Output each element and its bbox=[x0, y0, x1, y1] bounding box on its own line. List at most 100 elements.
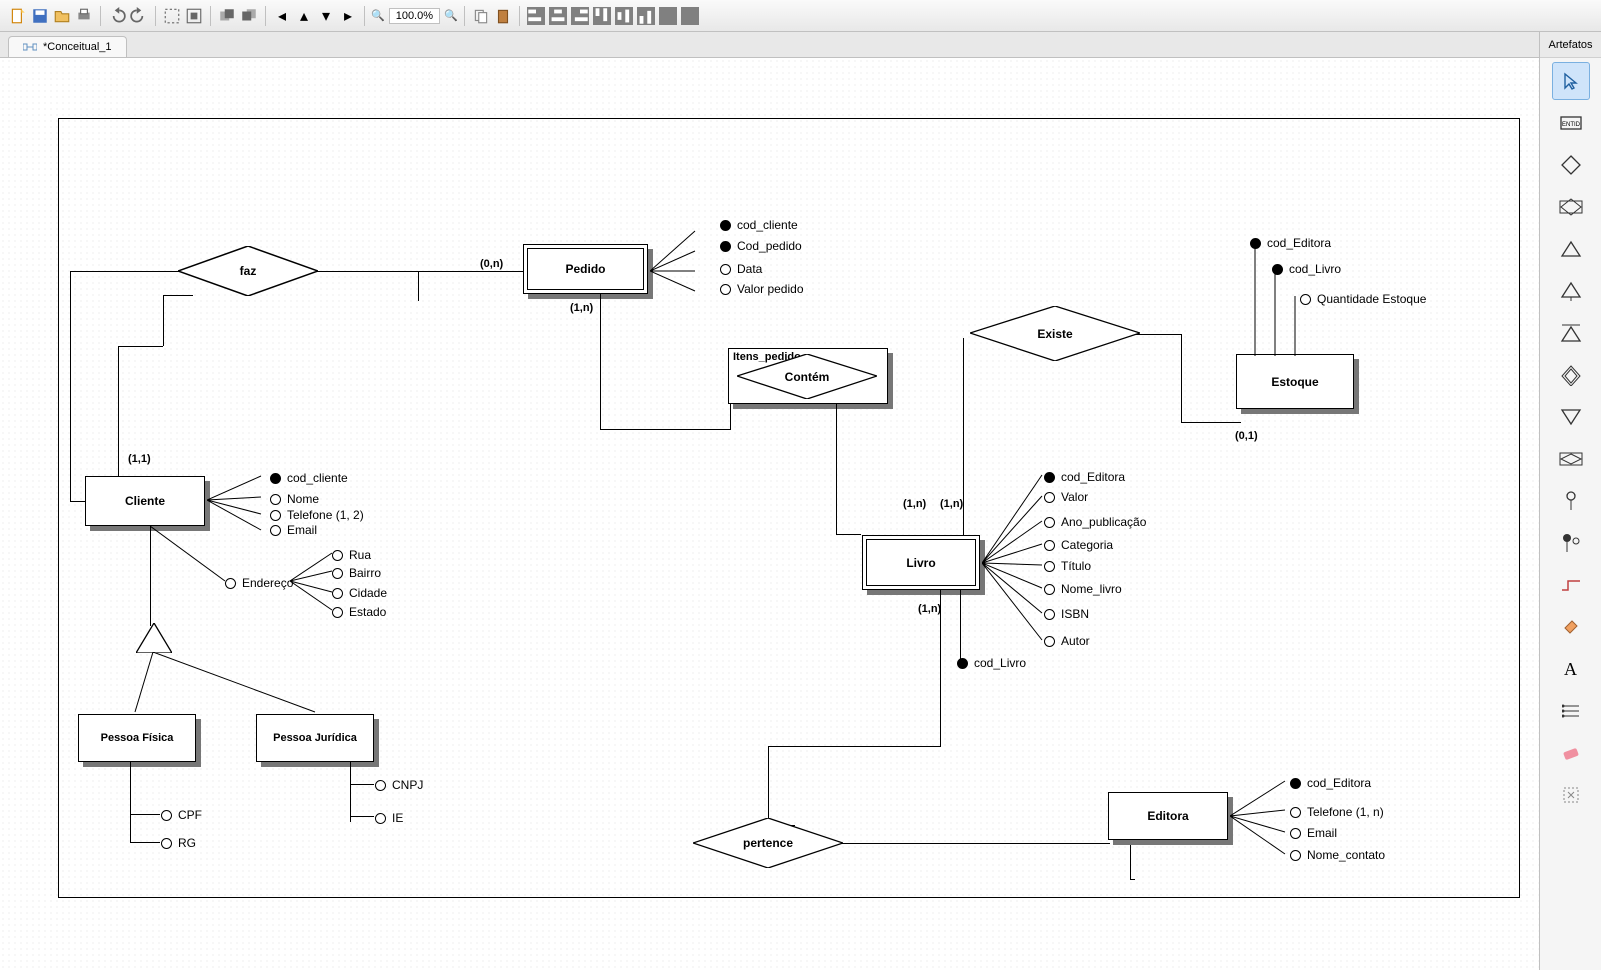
attr-telefone[interactable]: Telefone (1, 2) bbox=[270, 508, 364, 522]
attr-titulo[interactable]: Título bbox=[1044, 559, 1091, 573]
rel-existe[interactable]: Existe bbox=[970, 306, 1140, 361]
nav-last-icon[interactable]: ▸ bbox=[338, 6, 358, 26]
tool-spec-4[interactable] bbox=[1552, 356, 1590, 394]
tool-spec-2[interactable] bbox=[1552, 272, 1590, 310]
connector bbox=[70, 271, 71, 501]
attr-valor[interactable]: Valor bbox=[1044, 490, 1088, 504]
attr-cnpj[interactable]: CNPJ bbox=[375, 778, 423, 792]
attr-cod-livro[interactable]: cod_Livro bbox=[957, 656, 1026, 670]
tool-paint[interactable] bbox=[1552, 608, 1590, 646]
nav-down-icon[interactable]: ▾ bbox=[316, 6, 336, 26]
entity-livro[interactable]: Livro bbox=[862, 535, 980, 590]
attr-cpf[interactable]: CPF bbox=[161, 808, 202, 822]
attr-valor-pedido[interactable]: Valor pedido bbox=[720, 282, 804, 296]
attr-ed-tel[interactable]: Telefone (1, n) bbox=[1290, 805, 1384, 819]
attr-cod-cliente[interactable]: cod_cliente bbox=[720, 218, 798, 232]
zoom-sel-icon[interactable] bbox=[184, 6, 204, 26]
align-left-icon[interactable] bbox=[526, 6, 546, 26]
attr-nome[interactable]: Nome bbox=[270, 492, 319, 506]
print-icon[interactable] bbox=[74, 6, 94, 26]
tool-anchor[interactable] bbox=[1552, 776, 1590, 814]
attr-rg[interactable]: RG bbox=[161, 836, 196, 850]
separator bbox=[464, 6, 465, 26]
save-icon[interactable] bbox=[30, 6, 50, 26]
entity-editora[interactable]: Editora bbox=[1108, 792, 1228, 840]
dist-h-icon[interactable] bbox=[658, 6, 678, 26]
specialization-icon[interactable] bbox=[136, 623, 172, 653]
tool-weak-entity[interactable] bbox=[1552, 440, 1590, 478]
attr-cod-editora[interactable]: cod_Editora bbox=[1044, 470, 1125, 484]
align-front-icon[interactable] bbox=[217, 6, 237, 26]
rel-pertence[interactable]: pertence bbox=[693, 818, 843, 868]
nav-up-icon[interactable]: ▴ bbox=[294, 6, 314, 26]
tab-conceitual[interactable]: *Conceitual_1 bbox=[8, 36, 127, 57]
entity-pedido[interactable]: Pedido bbox=[523, 244, 648, 294]
entity-pfisica[interactable]: Pessoa Física bbox=[78, 714, 196, 762]
tool-spec-3[interactable] bbox=[1552, 314, 1590, 352]
copy-icon[interactable] bbox=[471, 6, 491, 26]
entity-pjuridica[interactable]: Pessoa Jurídica bbox=[256, 714, 374, 762]
attr-email[interactable]: Email bbox=[270, 523, 317, 537]
attr-qtd-est[interactable]: Quantidade Estoque bbox=[1300, 292, 1426, 306]
rel-contem[interactable]: Contém bbox=[737, 354, 877, 399]
zoom-fit-icon[interactable] bbox=[162, 6, 182, 26]
open-icon[interactable] bbox=[52, 6, 72, 26]
tool-attribute[interactable] bbox=[1552, 482, 1590, 520]
paste-icon[interactable] bbox=[493, 6, 513, 26]
zoom-in-icon[interactable]: 🔍 bbox=[444, 9, 458, 22]
attr-rua[interactable]: Rua bbox=[332, 548, 371, 562]
attr-ie[interactable]: IE bbox=[375, 811, 403, 825]
canvas-area[interactable]: faz Pedido cod_cliente Cod_pedido Data V… bbox=[0, 58, 1539, 970]
rel-label: Contém bbox=[785, 370, 830, 384]
entity-label: Livro bbox=[906, 556, 935, 570]
attr-ed-email[interactable]: Email bbox=[1290, 826, 1337, 840]
dist-v-icon[interactable] bbox=[680, 6, 700, 26]
attr-ed-cod[interactable]: cod_Editora bbox=[1290, 776, 1371, 790]
entity-cliente[interactable]: Cliente bbox=[85, 476, 205, 526]
tool-spec-5[interactable] bbox=[1552, 398, 1590, 436]
align-top-icon[interactable] bbox=[592, 6, 612, 26]
tool-spec-1[interactable] bbox=[1552, 230, 1590, 268]
attr-autor[interactable]: Autor bbox=[1044, 634, 1090, 648]
attr-categoria[interactable]: Categoria bbox=[1044, 538, 1113, 552]
align-middle-icon[interactable] bbox=[614, 6, 634, 26]
tool-text[interactable]: A bbox=[1552, 650, 1590, 688]
tool-selection[interactable] bbox=[1552, 62, 1590, 100]
diagram-canvas[interactable]: faz Pedido cod_cliente Cod_pedido Data V… bbox=[0, 58, 1539, 970]
attr-data[interactable]: Data bbox=[720, 262, 762, 276]
attr-isbn[interactable]: ISBN bbox=[1044, 607, 1089, 621]
align-back-icon[interactable] bbox=[239, 6, 259, 26]
connector bbox=[130, 814, 131, 842]
zoom-value[interactable]: 100.0% bbox=[389, 8, 440, 24]
redo-icon[interactable] bbox=[129, 6, 149, 26]
align-bottom-icon[interactable] bbox=[636, 6, 656, 26]
attr-cod-pedido[interactable]: Cod_pedido bbox=[720, 239, 802, 253]
attr-cod-cliente2[interactable]: cod_cliente bbox=[270, 471, 348, 485]
align-right-icon[interactable] bbox=[570, 6, 590, 26]
nav-first-icon[interactable]: ◂ bbox=[272, 6, 292, 26]
zoom-out-icon[interactable]: 🔍 bbox=[371, 9, 385, 22]
align-center-icon[interactable] bbox=[548, 6, 568, 26]
attr-endereco[interactable]: Endereço bbox=[225, 576, 293, 590]
attr-ano[interactable]: Ano_publicação bbox=[1044, 515, 1146, 529]
attr-bairro[interactable]: Bairro bbox=[332, 566, 381, 580]
new-icon[interactable] bbox=[8, 6, 28, 26]
tool-assoc-entity[interactable] bbox=[1552, 188, 1590, 226]
connector bbox=[768, 746, 769, 825]
attr-nome-livro[interactable]: Nome_livro bbox=[1044, 582, 1122, 596]
undo-icon[interactable] bbox=[107, 6, 127, 26]
connector bbox=[118, 346, 119, 476]
tool-connect[interactable] bbox=[1552, 566, 1590, 604]
tool-eraser[interactable] bbox=[1552, 734, 1590, 772]
tool-list[interactable] bbox=[1552, 692, 1590, 730]
attr-cod-livro-est[interactable]: cod_Livro bbox=[1272, 262, 1341, 276]
tool-key-attribute[interactable] bbox=[1552, 524, 1590, 562]
attr-ed-nome[interactable]: Nome_contato bbox=[1290, 848, 1385, 862]
tool-relation[interactable] bbox=[1552, 146, 1590, 184]
attr-cod-ed-est[interactable]: cod_Editora bbox=[1250, 236, 1331, 250]
tool-entity[interactable]: ENTID bbox=[1552, 104, 1590, 142]
rel-faz[interactable]: faz bbox=[178, 246, 318, 296]
entity-estoque[interactable]: Estoque bbox=[1236, 354, 1354, 409]
attr-cidade[interactable]: Cidade bbox=[332, 586, 387, 600]
attr-estado[interactable]: Estado bbox=[332, 605, 386, 619]
